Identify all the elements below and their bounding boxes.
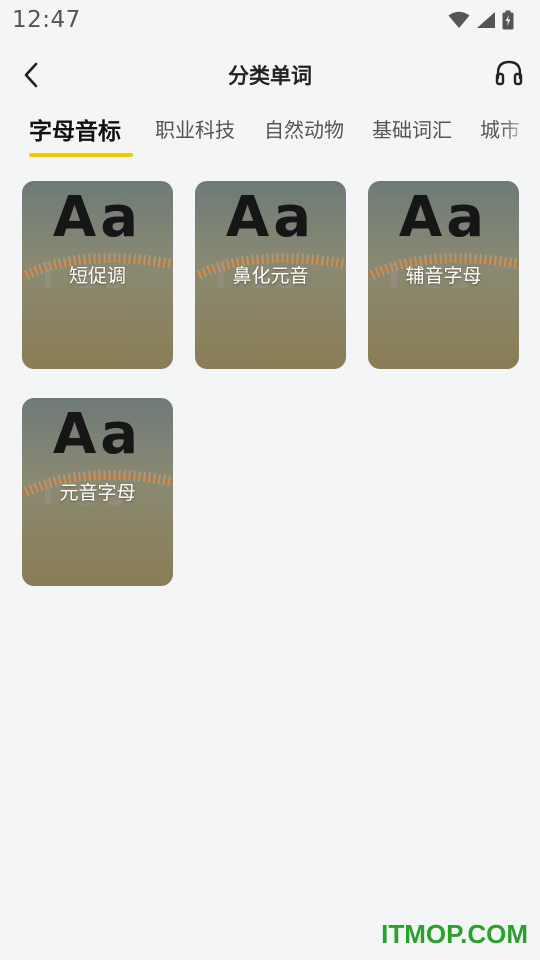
status-bar: 12:47 [0,0,540,40]
headphones-icon [495,60,523,86]
cellular-signal-icon [477,12,495,28]
card-cover-text: Aa [398,185,489,250]
card-label: 辅音字母 [405,265,482,287]
card-label: 元音字母 [59,482,136,504]
card-label: 短促调 [68,265,126,287]
header: 分类单词 [0,48,540,102]
card-cover-text: Aa [52,185,143,250]
category-tabs: 字母音标 职业科技 自然动物 基础词汇 城市 [0,108,540,160]
category-card[interactable]: l ss Aa 辅音字母 [368,181,519,369]
category-card[interactable]: l ss Aa 鼻化元音 [195,181,346,369]
tab-basic-vocabulary[interactable]: 基础词汇 [372,114,452,143]
tabs-fade [500,108,540,160]
active-tab-indicator [29,153,133,157]
status-time: 12:47 [12,7,81,33]
category-card[interactable]: l ss Aa 元音字母 [22,398,173,586]
card-cover-text: Aa [52,402,143,467]
audio-button[interactable] [492,56,526,90]
tab-nature-animals[interactable]: 自然动物 [264,114,344,143]
wifi-icon [448,11,470,28]
card-cover-text: Aa [225,185,316,250]
tab-occupation-technology[interactable]: 职业科技 [155,114,235,143]
card-label: 鼻化元音 [232,265,309,287]
watermark: ITMOP.COM [381,919,528,949]
battery-icon [502,10,514,30]
tab-letters-phonetics[interactable]: 字母音标 [29,112,121,146]
status-icons [448,10,514,30]
category-card[interactable]: l ss Aa 短促调 [22,181,173,369]
page-title: 分类单词 [228,64,312,88]
